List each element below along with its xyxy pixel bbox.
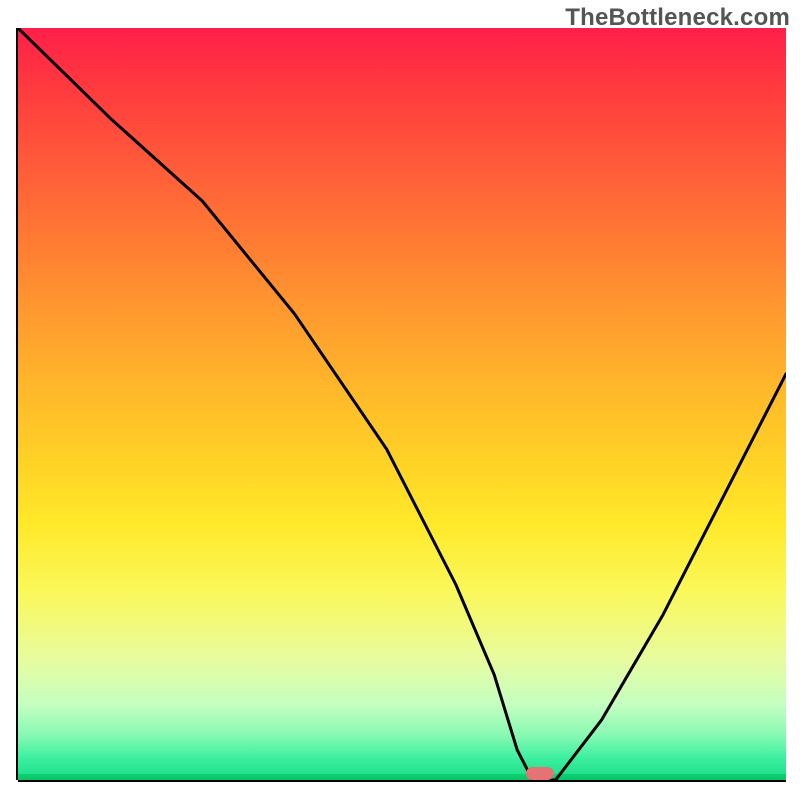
- optimal-marker: [526, 767, 554, 780]
- watermark-text: TheBottleneck.com: [565, 4, 790, 32]
- chart-curve: [18, 28, 786, 780]
